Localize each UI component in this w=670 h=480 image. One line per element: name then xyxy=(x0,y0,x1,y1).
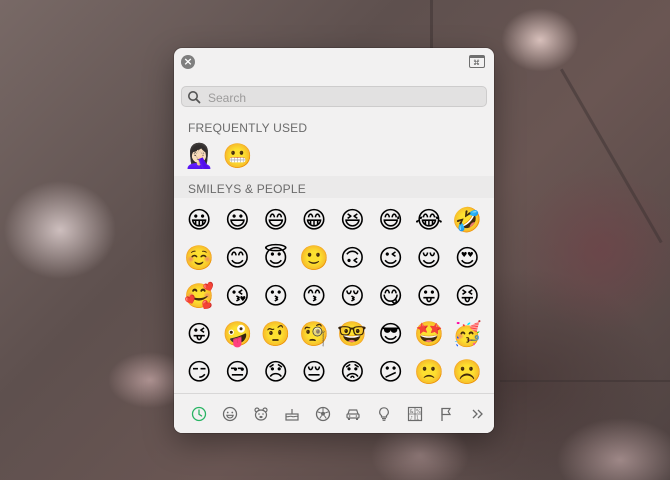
symbols-icon: & %♪ 1 xyxy=(407,406,423,421)
emoji-button[interactable]: 🤣 xyxy=(448,201,486,239)
emoji-button[interactable]: 😔 xyxy=(295,353,333,391)
cake-icon xyxy=(285,409,299,421)
emoji-grid-row: 🥰 😘 😗 😙 😚 😋 😛 😝 xyxy=(180,277,487,315)
clock-icon xyxy=(192,406,207,422)
emoji-button[interactable]: 😅 xyxy=(371,201,409,239)
emoji-button[interactable]: 😎 xyxy=(371,315,409,353)
emoji-button[interactable]: ☹️ xyxy=(448,353,486,391)
emoji-button[interactable]: 😛 xyxy=(410,277,448,315)
emoji-button[interactable]: 😍 xyxy=(448,239,486,277)
emoji-grid-row: 😏 😒 😞 😔 😟 😕 🙁 ☹️ xyxy=(180,353,487,391)
close-button[interactable]: × xyxy=(181,55,195,69)
search-icon xyxy=(188,91,201,104)
svg-text:1: 1 xyxy=(416,415,419,421)
section-title-frequently-used: FREQUENTLY USED xyxy=(188,121,308,135)
svg-text:&: & xyxy=(410,409,414,415)
emoji-button[interactable]: 😕 xyxy=(371,353,409,391)
search-input[interactable] xyxy=(206,88,480,107)
emoji-button[interactable]: 😜 xyxy=(180,315,218,353)
emoji-button[interactable]: 😄 xyxy=(257,201,295,239)
emoji-button[interactable]: 🥳 xyxy=(448,315,486,353)
emoji-button[interactable]: 😌 xyxy=(410,239,448,277)
flag-icon xyxy=(441,407,451,421)
emoji-button[interactable]: 😏 xyxy=(180,353,218,391)
character-viewer-button[interactable]: ⌘ xyxy=(469,55,485,68)
emoji-button[interactable]: 😊 xyxy=(218,239,256,277)
emoji-button[interactable]: ☺️ xyxy=(180,239,218,277)
smiley-icon xyxy=(223,406,238,422)
category-more[interactable] xyxy=(461,399,492,429)
background-stem xyxy=(560,68,663,244)
emoji-picker-window: × ⌘ FREQUENTLY USED 🤦🏻‍♀️ 😬 SMILEYS & PE… xyxy=(174,48,494,433)
emoji-button[interactable]: 😗 xyxy=(257,277,295,315)
emoji-button[interactable]: 🧐 xyxy=(295,315,333,353)
category-symbols[interactable]: &% ♪ 1 xyxy=(400,399,431,429)
category-flags[interactable] xyxy=(430,399,461,429)
emoji-button[interactable]: 🤓 xyxy=(333,315,371,353)
emoji-button[interactable]: 🤩 xyxy=(410,315,448,353)
emoji-button[interactable]: 🙂 xyxy=(295,239,333,277)
emoji-button[interactable]: 😞 xyxy=(257,353,295,391)
emoji-button[interactable]: 😆 xyxy=(333,201,371,239)
double-chevron-icon xyxy=(472,409,483,419)
category-objects[interactable] xyxy=(369,399,400,429)
emoji-button[interactable]: 😝 xyxy=(448,277,486,315)
category-activity[interactable] xyxy=(307,399,338,429)
bear-icon xyxy=(254,407,268,421)
search-field[interactable] xyxy=(181,86,487,107)
emoji-grid: 😀 😃 😄 😁 😆 😅 😂 🤣 ☺️ 😊 😇 🙂 🙃 😉 😌 😍 🥰 😘 😗 😙 😚 😋 😛 😝 😜 🤪 🤨 🧐 🤓 😎 🤩 🥳 😏 😒 😞 😔 😟 😕 🙁… xyxy=(180,201,487,393)
emoji-button[interactable]: 😃 xyxy=(218,201,256,239)
emoji-button[interactable]: 🙃 xyxy=(333,239,371,277)
emoji-grid-row: ☺️ 😊 😇 🙂 🙃 😉 😌 😍 xyxy=(180,239,487,277)
emoji-button[interactable]: 😂 xyxy=(410,201,448,239)
emoji-button[interactable]: 😙 xyxy=(295,277,333,315)
section-title-smileys-people: SMILEYS & PEOPLE xyxy=(188,182,306,196)
emoji-button[interactable]: 😀 xyxy=(180,201,218,239)
category-toolbar: &% ♪ 1 xyxy=(174,393,494,433)
svg-text:%: % xyxy=(416,409,421,415)
emoji-button[interactable]: 🤪 xyxy=(218,315,256,353)
svg-text:♪: ♪ xyxy=(410,415,413,421)
emoji-button[interactable]: 😇 xyxy=(257,239,295,277)
category-food-drink[interactable] xyxy=(276,399,307,429)
emoji-button[interactable]: 😉 xyxy=(371,239,409,277)
category-travel-places[interactable] xyxy=(338,399,369,429)
emoji-grid-row: 😀 😃 😄 😁 😆 😅 😂 🤣 xyxy=(180,201,487,239)
lightbulb-icon xyxy=(379,407,390,421)
category-frequently-used[interactable] xyxy=(184,399,215,429)
emoji-button[interactable]: 😚 xyxy=(333,277,371,315)
background-stem xyxy=(500,380,670,382)
emoji-button[interactable]: 😘 xyxy=(218,277,256,315)
emoji-grid-row: 😜 🤪 🤨 🧐 🤓 😎 🤩 🥳 xyxy=(180,315,487,353)
car-icon xyxy=(346,409,360,420)
emoji-button[interactable]: 😬 xyxy=(218,140,256,173)
soccer-ball-icon xyxy=(315,406,330,422)
emoji-button[interactable]: 😒 xyxy=(218,353,256,391)
emoji-button[interactable]: 😁 xyxy=(295,201,333,239)
emoji-button[interactable]: 😋 xyxy=(371,277,409,315)
emoji-button[interactable]: 😟 xyxy=(333,353,371,391)
frequent-emoji-row: 🤦🏻‍♀️ 😬 xyxy=(180,140,257,173)
emoji-button[interactable]: 🤦🏻‍♀️ xyxy=(180,140,218,173)
emoji-button[interactable]: 🙁 xyxy=(410,353,448,391)
emoji-button[interactable]: 🤨 xyxy=(257,315,295,353)
category-smileys-people[interactable] xyxy=(215,399,246,429)
category-animals-nature[interactable] xyxy=(246,399,277,429)
emoji-button[interactable]: 🥰 xyxy=(180,277,218,315)
